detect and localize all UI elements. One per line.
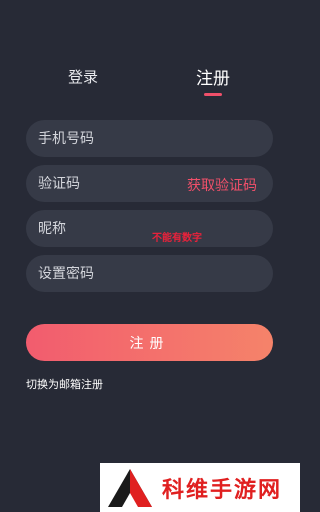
watermark-logo-icon bbox=[100, 463, 160, 512]
nickname-hint: 不能有数字 bbox=[152, 233, 202, 244]
tab-register[interactable]: 注册 bbox=[196, 64, 230, 89]
verification-code-input[interactable] bbox=[38, 175, 188, 192]
verification-code-field: 获取验证码 bbox=[26, 165, 273, 202]
watermark-text: 科维手游网 bbox=[162, 477, 283, 503]
tab-login[interactable]: 登录 bbox=[68, 66, 98, 87]
password-input[interactable] bbox=[38, 265, 188, 282]
switch-to-email-link[interactable]: 切换为邮箱注册 bbox=[26, 376, 103, 392]
active-tab-indicator bbox=[204, 93, 222, 96]
auth-tabs: 登录 注册 bbox=[0, 0, 300, 110]
register-button[interactable]: 注册 bbox=[26, 324, 273, 361]
nickname-field bbox=[26, 210, 273, 247]
get-code-button[interactable]: 获取验证码 bbox=[187, 175, 257, 195]
watermark: 科维手游网 bbox=[100, 463, 300, 512]
phone-input[interactable] bbox=[38, 130, 188, 147]
phone-field bbox=[26, 120, 273, 157]
password-field bbox=[26, 255, 273, 292]
